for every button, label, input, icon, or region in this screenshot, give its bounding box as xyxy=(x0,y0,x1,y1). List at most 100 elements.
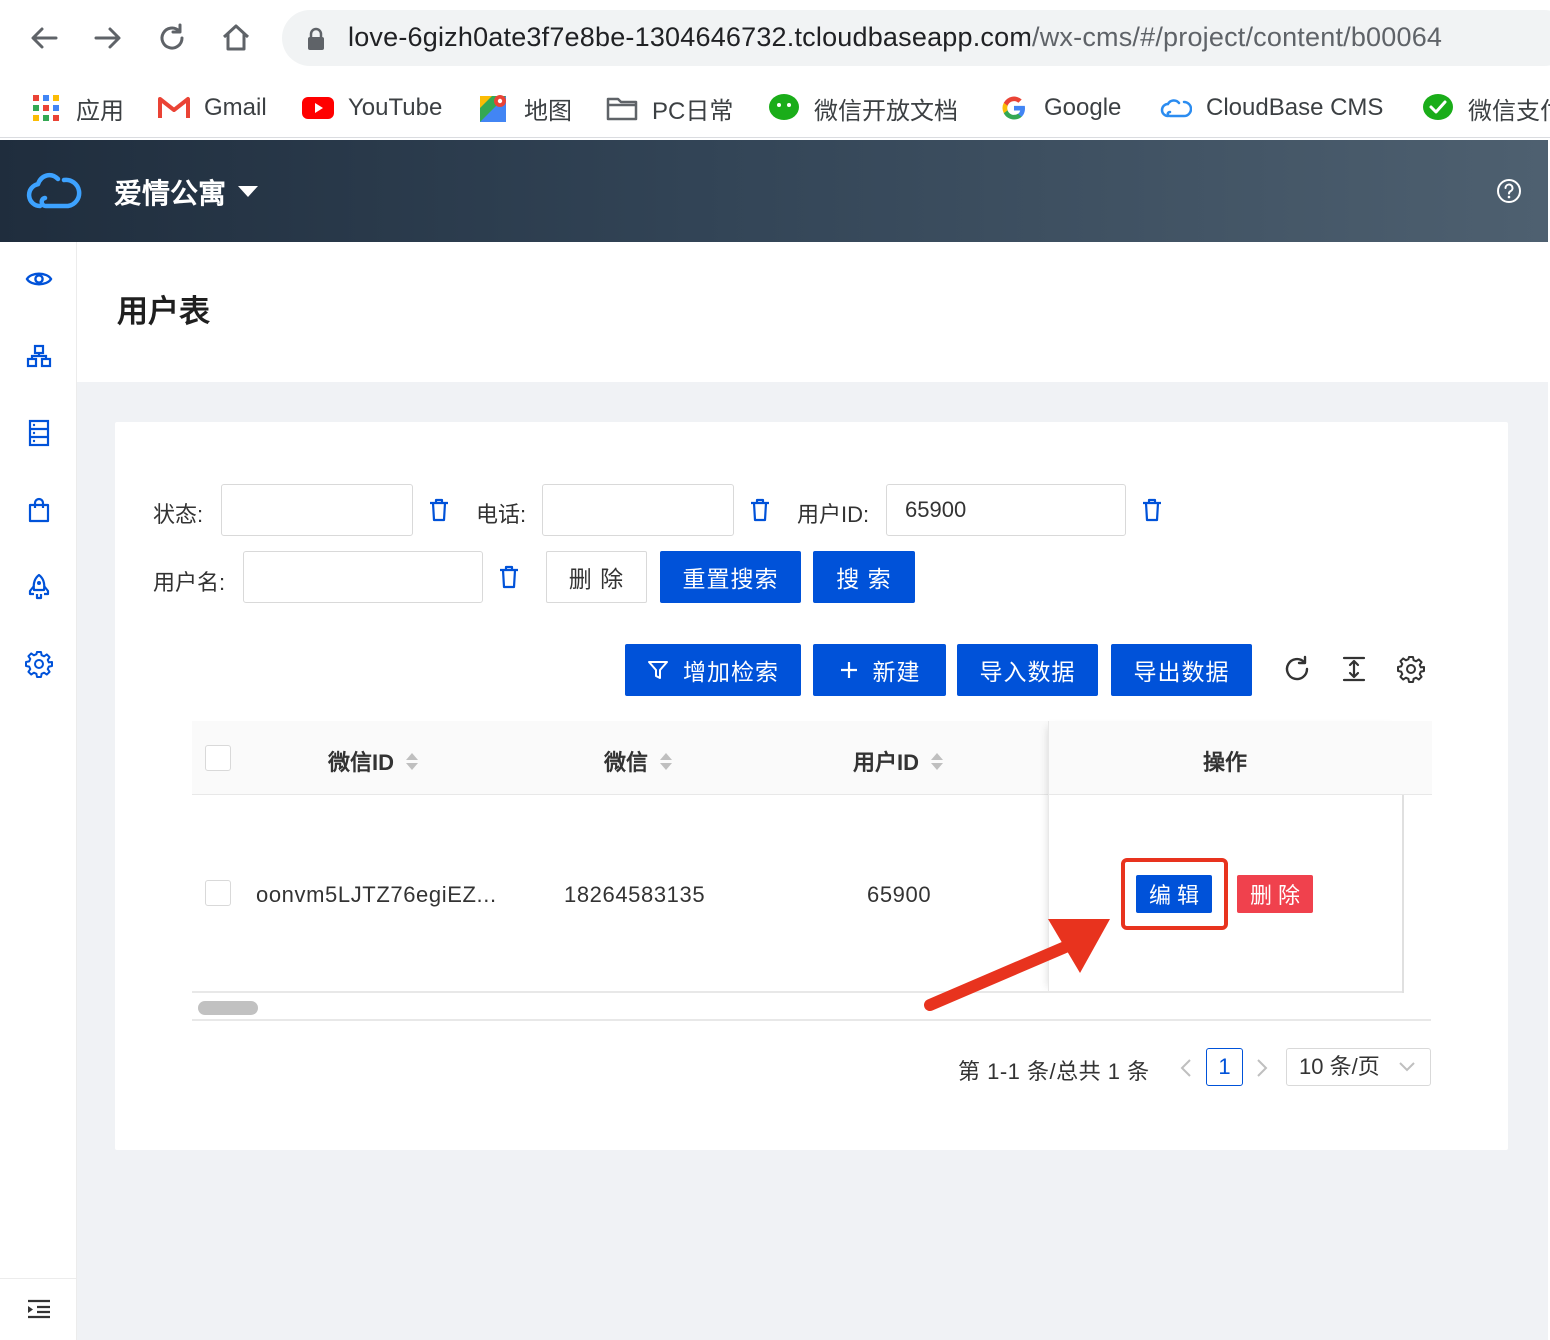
bookmark-label: CloudBase CMS xyxy=(1206,94,1384,121)
clear-username-button[interactable] xyxy=(496,563,522,591)
bookmark-gmail[interactable]: Gmail xyxy=(158,86,267,130)
username-label: 用户名: xyxy=(153,570,226,595)
caret-down-icon[interactable] xyxy=(238,186,258,197)
filter-icon xyxy=(647,659,669,681)
help-icon[interactable] xyxy=(1496,178,1522,204)
bookmark-label: 地图 xyxy=(524,97,572,125)
delete-row-button[interactable]: 删除 xyxy=(1237,875,1313,913)
wechat-pay-icon xyxy=(1422,92,1454,124)
page-number-button[interactable]: 1 xyxy=(1206,1048,1243,1086)
horizontal-scrollbar[interactable] xyxy=(192,993,1431,1021)
refresh-icon xyxy=(1285,655,1309,681)
eye-icon xyxy=(25,272,53,286)
delete-filters-button[interactable]: 删 除 xyxy=(546,551,647,603)
cloudbase-icon xyxy=(1160,92,1192,124)
column-header-wechat[interactable]: 微信 xyxy=(604,745,673,777)
vertical-divider xyxy=(1402,795,1404,993)
bookmark-cloudbase[interactable]: CloudBase CMS xyxy=(1160,86,1383,130)
database-icon xyxy=(28,419,50,447)
trash-icon xyxy=(430,498,448,522)
sort-icon[interactable] xyxy=(660,752,673,770)
chevron-right-icon xyxy=(1257,1059,1268,1077)
chevron-down-icon xyxy=(1399,1062,1415,1072)
new-record-label: 新建 xyxy=(872,659,921,685)
bookmark-folder[interactable]: PC日常 xyxy=(606,86,733,130)
bookmark-label: 微信支付 xyxy=(1468,97,1550,125)
bookmark-maps[interactable]: 地图 xyxy=(478,86,572,130)
arrow-left-icon xyxy=(31,27,58,49)
url-host: love-6gizh0ate3f7e8be-1304646732.tcloudb… xyxy=(348,22,1033,52)
bookmark-youtube[interactable]: YouTube xyxy=(302,86,442,130)
reset-search-button[interactable]: 重置搜索 xyxy=(660,551,801,603)
sidebar-collapse-button[interactable] xyxy=(22,1292,56,1326)
gmail-icon xyxy=(158,92,190,124)
home-icon xyxy=(222,24,250,51)
row-density-button[interactable] xyxy=(1338,653,1370,685)
action-column-header: 操作 xyxy=(1049,721,1432,795)
sidebar-item-models[interactable] xyxy=(22,339,56,373)
status-label: 状态: xyxy=(153,502,204,527)
cell-wechat: 18264583135 xyxy=(564,882,706,907)
pagination-summary: 第 1-1 条/总共 1 条 xyxy=(958,1059,1150,1084)
sidebar-item-content[interactable] xyxy=(22,416,56,450)
page-size-select[interactable]: 10 条/页 xyxy=(1286,1048,1431,1086)
export-data-button[interactable]: 导出数据 xyxy=(1111,644,1252,696)
prev-page-button[interactable] xyxy=(1176,1056,1196,1080)
status-input[interactable] xyxy=(221,484,413,536)
annotation-highlight-box xyxy=(1121,858,1228,930)
back-button[interactable] xyxy=(24,18,64,58)
column-header-wechat-id[interactable]: 微信ID xyxy=(328,745,419,777)
sort-icon[interactable] xyxy=(931,752,944,770)
forward-button[interactable] xyxy=(88,18,128,58)
column-header-user-id[interactable]: 用户ID xyxy=(853,745,944,777)
bookmark-google[interactable]: Google xyxy=(998,86,1121,130)
data-table: 微信ID 微信 用户ID oonvm5LJTZ76egiEZ... 182645… xyxy=(192,721,1432,1021)
username-input[interactable] xyxy=(243,551,483,603)
refresh-button[interactable] xyxy=(1281,653,1313,685)
project-switcher[interactable]: 爱情公寓 xyxy=(114,172,226,212)
bookmarks-bar: 应用 Gmail YouTube 地图 PC日常 微信开放文档 Google C… xyxy=(0,78,1550,138)
bookmark-wechat-docs[interactable]: 微信开放文档 xyxy=(768,86,958,130)
annotation-arrow-icon xyxy=(924,919,1110,1011)
address-bar[interactable]: love-6gizh0ate3f7e8be-1304646732.tcloudb… xyxy=(282,10,1550,66)
sidebar-item-settings[interactable] xyxy=(22,647,56,681)
clear-phone-button[interactable] xyxy=(747,496,773,524)
bookmark-label: Gmail xyxy=(204,94,267,121)
row-checkbox[interactable] xyxy=(205,880,231,906)
bookmark-label: YouTube xyxy=(348,94,443,121)
trash-icon xyxy=(500,565,518,589)
reload-button[interactable] xyxy=(152,18,192,58)
chevron-left-icon xyxy=(1180,1059,1191,1077)
apps-grid-icon xyxy=(30,92,62,124)
lock-icon xyxy=(308,27,324,50)
column-settings-button[interactable] xyxy=(1395,653,1427,685)
column-title: 用户ID xyxy=(853,750,920,775)
sidebar-item-market[interactable] xyxy=(22,493,56,527)
trash-icon xyxy=(1143,498,1161,522)
page-header: 用户表 xyxy=(77,242,1548,382)
scrollbar-thumb[interactable] xyxy=(198,1001,258,1015)
import-data-button[interactable]: 导入数据 xyxy=(957,644,1098,696)
column-title: 微信ID xyxy=(328,750,395,775)
add-filter-button[interactable]: 增加检索 xyxy=(625,644,801,696)
plus-icon xyxy=(839,660,859,680)
clear-status-button[interactable] xyxy=(426,496,452,524)
home-button[interactable] xyxy=(216,18,256,58)
userid-label: 用户ID: xyxy=(797,502,870,527)
clear-userid-button[interactable] xyxy=(1139,496,1165,524)
userid-input[interactable] xyxy=(886,484,1126,536)
add-filter-label: 增加检索 xyxy=(683,659,779,685)
next-page-button[interactable] xyxy=(1252,1056,1272,1080)
phone-input[interactable] xyxy=(542,484,734,536)
select-all-checkbox[interactable] xyxy=(205,745,231,771)
rocket-icon xyxy=(28,573,50,600)
sidebar-item-deploy[interactable] xyxy=(22,570,56,604)
new-record-button[interactable]: 新建 xyxy=(813,644,946,696)
sidebar-item-overview[interactable] xyxy=(22,262,56,296)
sidebar-divider xyxy=(0,1278,77,1279)
gear-icon xyxy=(1397,656,1425,683)
sort-icon[interactable] xyxy=(406,752,419,770)
bookmark-wechat-pay[interactable]: 微信支付 xyxy=(1422,86,1550,130)
bookmark-apps[interactable]: 应用 xyxy=(30,86,124,130)
search-button[interactable]: 搜 索 xyxy=(813,551,915,603)
